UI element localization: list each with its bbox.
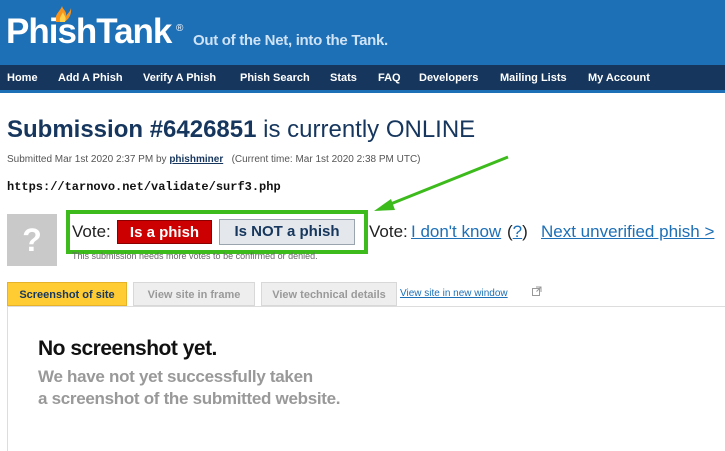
nav-phish-search[interactable]: Phish Search — [240, 72, 310, 84]
submission-number: Submission #6426851 — [7, 116, 257, 143]
nav-verify-a-phish[interactable]: Verify A Phish — [143, 72, 216, 84]
tab-view-in-frame[interactable]: View site in frame — [133, 282, 255, 306]
submitted-url: https://tarnovo.net/validate/surf3.php — [7, 180, 281, 194]
no-screenshot-line-2: a screenshot of the submitted website. — [38, 389, 341, 408]
next-unverified-link[interactable]: Next unverified phish > — [541, 222, 714, 242]
nav-my-account[interactable]: My Account — [588, 72, 650, 84]
dont-know-link[interactable]: I don't know — [411, 222, 501, 242]
nav-faq[interactable]: FAQ — [378, 72, 401, 84]
nav-home[interactable]: Home — [7, 72, 38, 84]
is-a-phish-button[interactable]: Is a phish — [117, 220, 212, 244]
help-paren: (?) — [507, 222, 528, 242]
question-mark-icon: ? — [22, 222, 42, 258]
vote-label: Vote: — [72, 222, 111, 241]
site-logo[interactable]: PhishTank — [6, 12, 172, 52]
help-link[interactable]: ? — [513, 222, 522, 241]
site-tagline: Out of the Net, into the Tank. — [193, 32, 388, 49]
tab-screenshot[interactable]: Screenshot of site — [7, 282, 127, 306]
tab-technical-details[interactable]: View technical details — [261, 282, 397, 306]
submission-meta: Submitted Mar 1st 2020 2:37 PM by phishm… — [7, 154, 421, 165]
page-title: Submission #6426851 is currently ONLINE — [7, 116, 475, 144]
nav-developers[interactable]: Developers — [419, 72, 478, 84]
main-nav: Home Add A Phish Verify A Phish Phish Se… — [0, 65, 725, 93]
submission-status: is currently ONLINE — [256, 116, 476, 143]
vote-label-secondary: Vote: — [369, 222, 408, 241]
submitted-text: Submitted Mar 1st 2020 2:37 PM by — [7, 154, 170, 165]
no-screenshot-heading: No screenshot yet. — [38, 337, 217, 360]
no-screenshot-line-1: We have not yet successfully taken — [38, 367, 313, 386]
nav-add-a-phish[interactable]: Add A Phish — [58, 72, 123, 84]
unknown-thumbnail: ? — [7, 214, 57, 266]
help-close: ) — [522, 222, 528, 241]
nav-stats[interactable]: Stats — [330, 72, 357, 84]
registered-mark: ® — [176, 23, 184, 34]
is-not-a-phish-button[interactable]: Is NOT a phish — [219, 219, 355, 245]
nav-mailing-lists[interactable]: Mailing Lists — [500, 72, 567, 84]
current-time: (Current time: Mar 1st 2020 2:38 PM UTC) — [231, 154, 421, 165]
needs-votes-note: This submission needs more votes to be c… — [72, 251, 318, 261]
submitter-link[interactable]: phishminer — [169, 154, 223, 165]
view-in-new-window-link[interactable]: View site in new window — [400, 288, 508, 299]
no-screenshot-message: We have not yet successfully taken a scr… — [38, 366, 341, 410]
external-link-icon — [532, 286, 542, 296]
header-bar: PhishTank ® Out of the Net, into the Tan… — [0, 0, 725, 65]
